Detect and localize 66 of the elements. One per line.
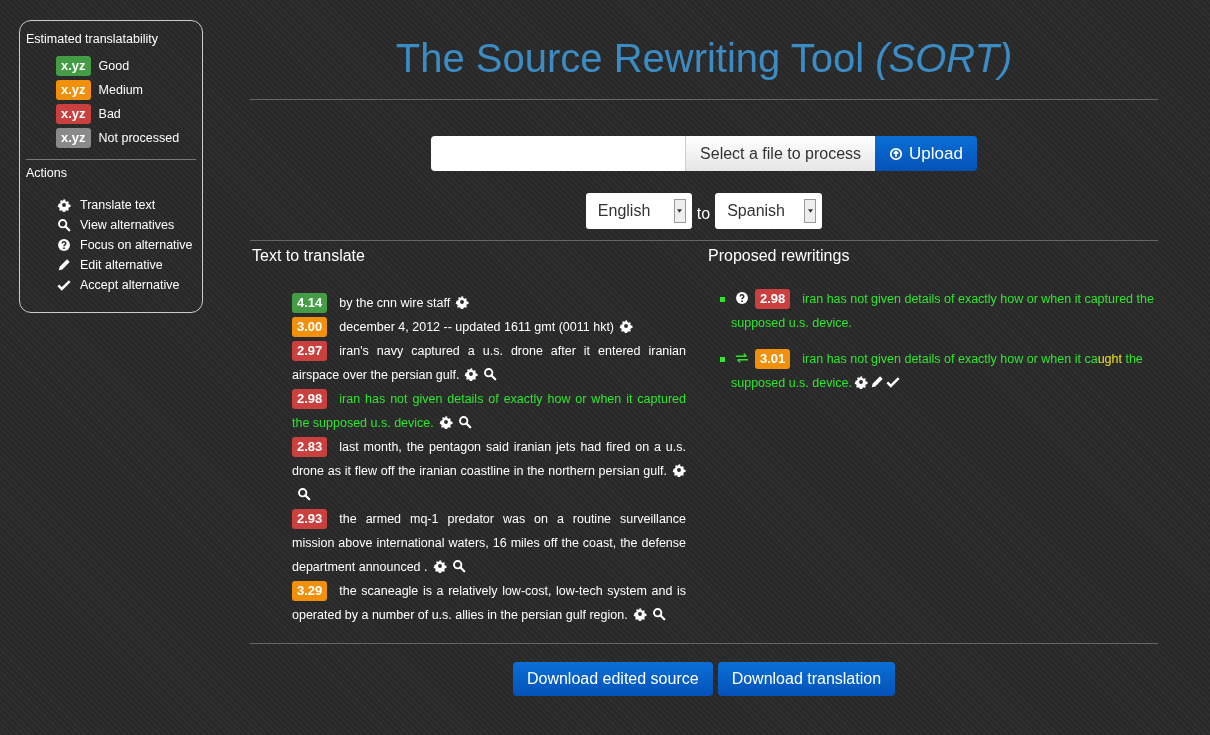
rating-label: x.yz [56, 56, 91, 76]
score-label: 2.98 [292, 389, 328, 409]
score-label: 4.14 [292, 293, 328, 313]
download-button[interactable]: Download edited source [512, 662, 713, 696]
search-icon[interactable] [297, 487, 311, 501]
checkmark-icon[interactable] [885, 375, 900, 389]
score-label: 3.01 [755, 349, 791, 369]
action-label: Accept alternative [80, 278, 180, 292]
rating-label: x.yz [56, 104, 91, 124]
sentence-text[interactable]: 3.00 december 4, 2012 -- updated 1611 gmt (0011 hkt) [292, 315, 686, 339]
action-label: View alternatives [80, 218, 175, 232]
gear-icon[interactable] [632, 607, 647, 621]
gear-icon[interactable] [438, 415, 453, 429]
score-label: 2.98 [755, 289, 791, 309]
gear-icon[interactable] [455, 295, 470, 309]
source-language-select[interactable]: English [585, 193, 692, 229]
rating-label: x.yz [56, 80, 91, 100]
question-icon[interactable] [735, 291, 749, 305]
file-path-field[interactable] [431, 136, 686, 171]
pencil-icon[interactable] [869, 375, 884, 389]
action-label: Focus on alternative [80, 238, 193, 252]
gear-icon[interactable] [432, 559, 447, 573]
sentence-text[interactable]: 3.29 the scaneagle is a relatively low-cost, low-tech system and is operated by a number of u.s. allies in the persian gulf region. [292, 579, 686, 627]
legend-label: Medium [98, 83, 144, 97]
gear-icon[interactable] [464, 367, 479, 381]
connector-text: to [696, 205, 711, 223]
target-language-select[interactable]: Spanish [715, 193, 823, 229]
search-icon[interactable] [451, 559, 466, 573]
rating-label: x.yz [56, 128, 91, 148]
sentence-text[interactable]: 2.93 the armed mq-1 predator was on a routine surveillance mission above international waters, 16 miles off the coast, the defense department announced . [292, 507, 686, 579]
rewriting-text[interactable]: 3.01 iran has not given details of exactly how or when it caught the supposed u.s. device. [731, 347, 1158, 395]
section-heading: Proposed rewritings [708, 247, 851, 265]
sentence-text[interactable]: 2.98 iran has not given details of exactly how or when it captured the supposed u.s. device. [292, 387, 686, 435]
sentence-text[interactable]: 4.14 by the cnn wire staff [292, 291, 686, 315]
caret-icon [807, 209, 813, 213]
legend-label: Bad [98, 107, 121, 121]
page-title: The Source Rewriting Tool (SORT) [394, 35, 1014, 81]
sentence-text[interactable]: 2.97 iran's navy captured a u.s. drone after it entered iranian airspace over the persian gulf. [292, 339, 686, 387]
score-label: 2.93 [292, 509, 328, 529]
score-label: 3.00 [292, 317, 328, 337]
search-icon[interactable] [483, 367, 498, 381]
search-icon[interactable] [457, 415, 472, 429]
legend-title: Estimated translatability [26, 32, 159, 46]
legend-label: Good [98, 59, 130, 73]
gear-icon[interactable] [672, 463, 686, 477]
swap-arrows-icon[interactable] [735, 351, 749, 365]
bullet-icon [720, 297, 725, 302]
upload-icon [889, 146, 904, 161]
actions-title: Actions [26, 166, 68, 180]
section-heading: Text to translate [252, 247, 366, 265]
score-label: 2.83 [292, 437, 328, 457]
action-label: Translate text [80, 198, 156, 212]
gear-icon[interactable] [619, 319, 634, 333]
upload-button[interactable]: Upload [875, 136, 977, 171]
search-icon[interactable] [651, 607, 666, 621]
score-label: 2.97 [292, 341, 328, 361]
gear-icon[interactable] [853, 375, 868, 389]
score-label: 3.29 [292, 581, 328, 601]
bullet-icon [720, 357, 725, 362]
caret-icon [677, 209, 683, 213]
rewriting-text[interactable]: 2.98 iran has not given details of exactly how or when it captured the supposed u.s. device. [731, 287, 1158, 335]
action-label: Edit alternative [80, 258, 163, 272]
sentence-text[interactable]: 2.83 last month, the pentagon said iranian jets had fired on a u.s. drone as it flew off the iranian coastline in the northern persian gulf. [292, 435, 686, 507]
legend-label: Not processed [98, 131, 180, 145]
select-file-button[interactable]: Select a file to process [685, 136, 876, 171]
download-button[interactable]: Download translation [717, 662, 896, 696]
